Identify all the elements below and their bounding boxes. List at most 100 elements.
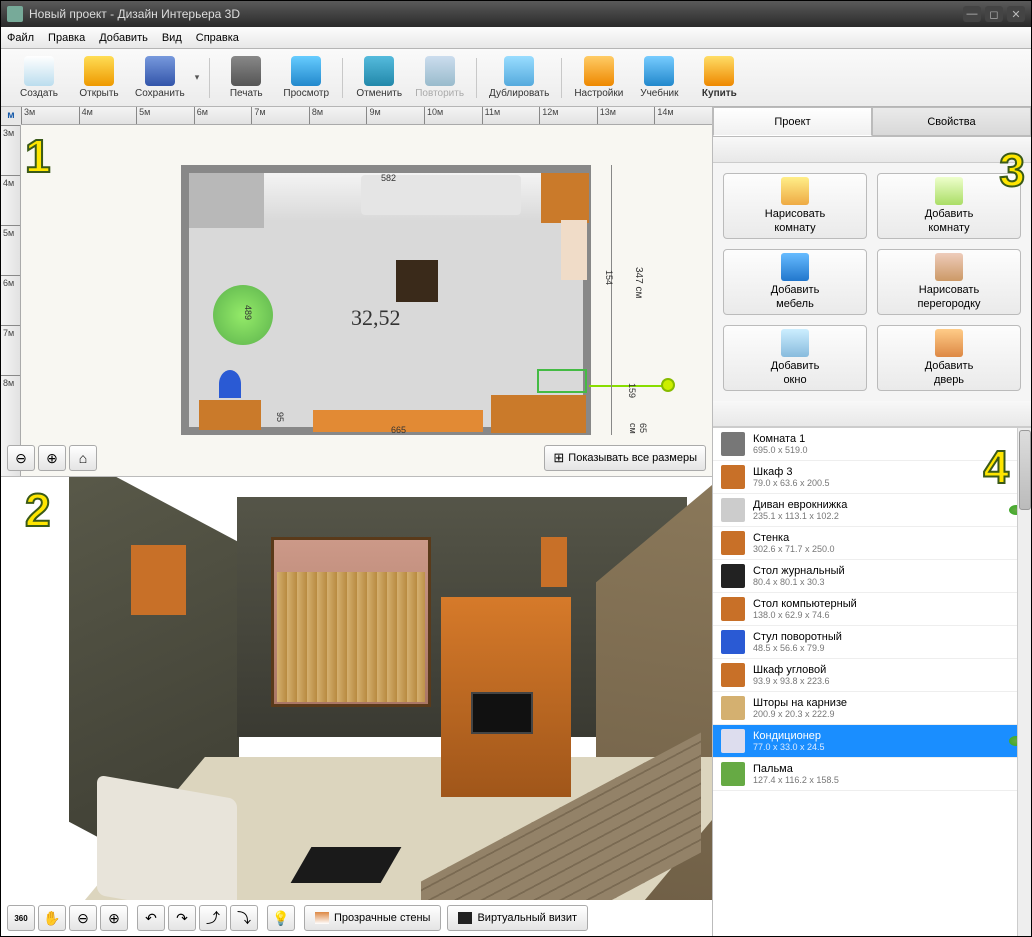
menu-help[interactable]: Справка — [196, 32, 239, 44]
toolbar: Создать Открыть Сохранить ▾ Печать Просм… — [1, 49, 1031, 107]
plan-canvas[interactable]: 32,52 582 154 159 65 см 489 665 95 347 с… — [21, 125, 712, 442]
show-dimensions-button[interactable]: Показывать все размеры — [544, 445, 706, 471]
pan-button[interactable]: ✋ — [38, 905, 66, 931]
redo-button[interactable]: Повторить — [415, 56, 464, 99]
object-name: Диван еврокнижка — [753, 499, 1009, 511]
separator — [209, 58, 210, 98]
list-item[interactable]: Кондиционер 77.0 x 33.0 x 24.5 — [713, 725, 1031, 758]
rotate-right-button[interactable]: ↷ — [168, 905, 196, 931]
buy-button[interactable]: Купить — [695, 56, 743, 99]
zoom-out-3d-button[interactable]: ⊖ — [69, 905, 97, 931]
new-button[interactable]: Создать — [15, 56, 63, 99]
furniture-table[interactable] — [396, 260, 438, 302]
tab-project[interactable]: Проект — [713, 107, 872, 136]
tilt-down-button[interactable]: ⤵ — [230, 905, 258, 931]
object-icon — [721, 432, 745, 456]
open-button[interactable]: Открыть — [75, 56, 123, 99]
section-header — [713, 401, 1031, 427]
list-item[interactable]: Стол журнальный 80.4 x 80.1 x 30.3 — [713, 560, 1031, 593]
add-window-button[interactable]: Добавить окно — [723, 325, 867, 391]
furniture-cabinet[interactable] — [541, 173, 589, 223]
close-button[interactable]: ✕ — [1007, 6, 1025, 22]
draw-partition-button[interactable]: Нарисовать перегородку — [877, 249, 1021, 315]
view-2d[interactable]: м 3м4м5м6м7м8м9м10м11м12м13м14м 3м4м5м6м… — [1, 107, 712, 477]
undo-button[interactable]: Отменить — [355, 56, 403, 99]
tutorial-button[interactable]: Учебник — [635, 56, 683, 99]
maximize-button[interactable]: ◻ — [985, 6, 1003, 22]
list-item[interactable]: Шкаф угловой 93.9 x 93.8 x 223.6 — [713, 659, 1031, 692]
object-name: Пальма — [753, 763, 1023, 775]
object-list[interactable]: Комната 1 695.0 x 519.0 Шкаф 3 79.0 x 63… — [713, 427, 1031, 936]
view2d-toolbar: ⊖ ⊕ ⌂ Показывать все размеры — [7, 444, 706, 472]
selection-handle[interactable] — [661, 378, 675, 392]
furniture-desk[interactable] — [189, 173, 264, 228]
object-name: Стул поворотный — [753, 631, 1023, 643]
list-item[interactable]: Пальма 127.4 x 116.2 x 158.5 — [713, 758, 1031, 791]
object-name: Шторы на карнизе — [753, 697, 1023, 709]
section-header — [713, 137, 1031, 163]
furniture-chair[interactable] — [219, 370, 241, 398]
undo-icon — [364, 56, 394, 86]
minimize-button[interactable]: — — [963, 6, 981, 22]
draw-room-button[interactable]: Нарисовать комнату — [723, 173, 867, 239]
transparent-walls-button[interactable]: Прозрачные стены — [304, 905, 441, 931]
gear-icon — [584, 56, 614, 86]
zoom-out-button[interactable]: ⊖ — [7, 445, 35, 471]
object-icon — [721, 465, 745, 489]
menu-edit[interactable]: Правка — [48, 32, 85, 44]
object-dimensions: 200.9 x 20.3 x 222.9 — [753, 709, 1023, 719]
zoom-in-3d-button[interactable]: ⊕ — [100, 905, 128, 931]
furniture-wallunit[interactable] — [491, 395, 586, 433]
object-icon — [721, 696, 745, 720]
menu-add[interactable]: Добавить — [99, 32, 148, 44]
window-icon — [781, 329, 809, 357]
virtual-visit-button[interactable]: Виртуальный визит — [447, 905, 588, 931]
light-button[interactable]: 💡 — [267, 905, 295, 931]
duplicate-icon — [504, 56, 534, 86]
furniture-cabinet2[interactable] — [561, 220, 587, 280]
dimension: 347 см — [633, 267, 644, 298]
chair-icon — [781, 253, 809, 281]
furniture-desk2[interactable] — [199, 400, 261, 430]
furniture-ac-selected[interactable] — [537, 369, 587, 393]
rotate-left-button[interactable]: ↶ — [137, 905, 165, 931]
redo-icon — [425, 56, 455, 86]
list-item[interactable]: Стул поворотный 48.5 x 56.6 x 79.9 — [713, 626, 1031, 659]
add-furniture-button[interactable]: Добавить мебель — [723, 249, 867, 315]
new-icon — [24, 56, 54, 86]
tab-properties[interactable]: Свойства — [872, 107, 1031, 136]
add-door-button[interactable]: Добавить дверь — [877, 325, 1021, 391]
home-button[interactable]: ⌂ — [69, 445, 97, 471]
object-icon — [721, 729, 745, 753]
wall-icon — [315, 912, 329, 924]
door-icon — [935, 329, 963, 357]
list-item[interactable]: Стол компьютерный 138.0 x 62.9 x 74.6 — [713, 593, 1031, 626]
separator — [476, 58, 477, 98]
list-item[interactable]: Стенка 302.6 x 71.7 x 250.0 — [713, 527, 1031, 560]
rotate-360-button[interactable]: 360 — [7, 905, 35, 931]
view-3d[interactable]: 360 ✋ ⊖ ⊕ ↶ ↷ ⤴ ⤵ 💡 Прозрачные стены Вир… — [1, 477, 712, 936]
zoom-in-button[interactable]: ⊕ — [38, 445, 66, 471]
camera-icon — [458, 912, 472, 924]
menu-view[interactable]: Вид — [162, 32, 182, 44]
preview-button[interactable]: Просмотр — [282, 56, 330, 99]
duplicate-button[interactable]: Дублировать — [489, 56, 549, 99]
object-name: Шкаф угловой — [753, 664, 1023, 676]
list-item[interactable]: Шторы на карнизе 200.9 x 20.3 x 222.9 — [713, 692, 1031, 725]
tilt-up-button[interactable]: ⤴ — [199, 905, 227, 931]
object-name: Стенка — [753, 532, 1023, 544]
menubar: Файл Правка Добавить Вид Справка — [1, 27, 1031, 49]
chevron-down-icon[interactable]: ▾ — [195, 72, 200, 83]
list-item[interactable]: Диван еврокнижка 235.1 x 113.1 x 102.2 — [713, 494, 1031, 527]
object-icon — [721, 663, 745, 687]
object-dimensions: 235.1 x 113.1 x 102.2 — [753, 511, 1009, 521]
dimension: 489 — [243, 305, 253, 320]
menu-file[interactable]: Файл — [7, 32, 34, 44]
scrollbar-thumb[interactable] — [1019, 430, 1031, 510]
settings-button[interactable]: Настройки — [574, 56, 623, 99]
print-button[interactable]: Печать — [222, 56, 270, 99]
scene-3d[interactable] — [1, 477, 712, 900]
scrollbar[interactable] — [1017, 428, 1031, 936]
dimension: 665 — [391, 425, 406, 435]
save-button[interactable]: Сохранить — [135, 56, 185, 99]
